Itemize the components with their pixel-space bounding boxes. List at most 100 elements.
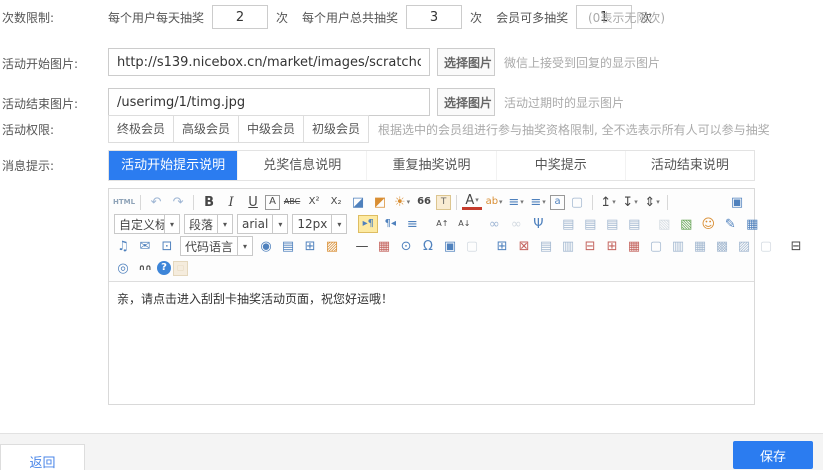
chevron-down-icon[interactable]: ▾: [656, 199, 660, 206]
member-option[interactable]: 中级会员: [239, 116, 304, 142]
paragraph-select[interactable]: 段落▾: [184, 214, 233, 234]
anchor-icon[interactable]: Ψ: [528, 215, 548, 233]
anchor-name-icon[interactable]: a: [550, 195, 565, 210]
ordered-list-icon[interactable]: ≡▾: [506, 193, 526, 211]
back-button[interactable]: 返回: [0, 444, 85, 470]
member-option[interactable]: 初级会员: [304, 116, 368, 142]
fullscreen-icon[interactable]: ▣: [727, 193, 747, 211]
message-tab[interactable]: 中奖提示: [497, 151, 626, 180]
code-language-select[interactable]: 代码语言▾: [180, 236, 253, 256]
search-replace-icon[interactable]: ∩∩: [135, 259, 155, 277]
html-source-icon[interactable]: HTML: [113, 193, 135, 211]
insert-frame-icon[interactable]: ⊡: [157, 237, 177, 255]
doc-faded2-icon[interactable]: ▢: [756, 237, 776, 255]
chevron-down-icon[interactable]: ▾: [407, 199, 411, 206]
paste-word-icon[interactable]: T: [436, 195, 451, 210]
member-option[interactable]: 高级会员: [174, 116, 239, 142]
message-tab[interactable]: 活动开始提示说明: [109, 151, 238, 180]
blank-doc-icon[interactable]: ▢: [567, 193, 587, 211]
first-line-indent-icon[interactable]: ≡: [402, 215, 422, 233]
insert-col-title-icon[interactable]: ▥: [558, 237, 578, 255]
chevron-down-icon[interactable]: ▾: [331, 215, 346, 233]
format-painter-icon[interactable]: ◩: [370, 193, 390, 211]
chevron-down-icon[interactable]: ▾: [475, 197, 479, 204]
message-tab[interactable]: 重复抽奖说明: [367, 151, 496, 180]
border-text-icon[interactable]: A: [265, 195, 280, 210]
bold-icon[interactable]: B: [199, 193, 219, 211]
align-center-icon[interactable]: ▤: [580, 215, 600, 233]
ltr-paragraph-icon[interactable]: ▸¶: [358, 215, 378, 233]
limit-count-input[interactable]: [212, 5, 268, 29]
split-cells-icon[interactable]: ▥: [668, 237, 688, 255]
save-button[interactable]: 保存: [733, 441, 813, 469]
margin-bottom-icon[interactable]: ↧▾: [620, 193, 640, 211]
underline-icon[interactable]: U: [243, 193, 263, 211]
chevron-down-icon[interactable]: ▾: [164, 215, 179, 233]
unordered-list-icon[interactable]: ≡▾: [528, 193, 548, 211]
emoji-icon[interactable]: ☺: [698, 215, 718, 233]
end-image-pick-button[interactable]: 选择图片: [437, 88, 495, 116]
doc-convert-icon[interactable]: ▣: [440, 237, 460, 255]
blockquote-icon[interactable]: 66: [414, 193, 434, 211]
font-color-icon[interactable]: A▾: [462, 194, 482, 210]
help-icon[interactable]: ?: [157, 261, 171, 275]
preview-icon[interactable]: ◎: [113, 259, 133, 277]
message-tab[interactable]: 活动结束说明: [626, 151, 754, 180]
link-icon[interactable]: ∞: [484, 215, 504, 233]
chevron-down-icon[interactable]: ▾: [217, 215, 232, 233]
merge-cells-icon[interactable]: ▢: [646, 237, 666, 255]
spreadsheet-icon[interactable]: ⊞: [300, 237, 320, 255]
superscript-icon[interactable]: X²: [304, 193, 324, 211]
font-family-select[interactable]: arial▾: [237, 214, 288, 234]
insert-col-icon[interactable]: ⊞: [602, 237, 622, 255]
font-size-up-icon[interactable]: A↑: [432, 215, 452, 233]
insert-image-icon[interactable]: ▧: [676, 215, 696, 233]
chevron-down-icon[interactable]: ▾: [237, 237, 252, 255]
redo-icon[interactable]: ↷: [168, 193, 188, 211]
rtl-paragraph-icon[interactable]: ¶◂: [380, 215, 400, 233]
member-option[interactable]: 终极会员: [109, 116, 174, 142]
chevron-down-icon[interactable]: ▾: [272, 215, 287, 233]
format-eraser-icon[interactable]: ◪: [348, 193, 368, 211]
music-icon[interactable]: ♫: [113, 237, 133, 255]
start-image-url-input[interactable]: [108, 48, 430, 76]
image-icon[interactable]: ▧: [654, 215, 674, 233]
delete-row-icon[interactable]: ▦: [624, 237, 644, 255]
delete-table-icon[interactable]: ⊠: [514, 237, 534, 255]
editor-content[interactable]: 亲，请点击进入刮刮卡抽奖活动页面，祝您好运哦！: [109, 282, 754, 315]
end-image-url-input[interactable]: [108, 88, 430, 116]
chevron-down-icon[interactable]: ▾: [612, 199, 616, 206]
chevron-down-icon[interactable]: ▾: [542, 199, 546, 206]
custom-title-select[interactable]: 自定义标题▾: [114, 214, 180, 234]
start-image-pick-button[interactable]: 选择图片: [437, 48, 495, 76]
chevron-down-icon[interactable]: ▾: [499, 199, 503, 206]
doc-faded-icon[interactable]: ▢: [462, 237, 482, 255]
font-size-down-icon[interactable]: A↓: [454, 215, 474, 233]
paste-icon[interactable]: ▢: [173, 261, 188, 276]
attachment-icon[interactable]: ✉: [135, 237, 155, 255]
snapshot-icon[interactable]: ▨: [322, 237, 342, 255]
insert-row-icon[interactable]: ⊟: [580, 237, 600, 255]
map-icon[interactable]: ◉: [256, 237, 276, 255]
highlight-color-icon[interactable]: ab▾: [484, 193, 504, 211]
insert-table-icon[interactable]: ⊞: [492, 237, 512, 255]
line-height-icon[interactable]: ⇕▾: [642, 193, 662, 211]
average-cells-icon[interactable]: ▦: [690, 237, 710, 255]
chevron-down-icon[interactable]: ▾: [520, 199, 524, 206]
insert-row-title-icon[interactable]: ▤: [536, 237, 556, 255]
video-icon[interactable]: ▦: [742, 215, 762, 233]
special-char-icon[interactable]: Ω: [418, 237, 438, 255]
horizontal-rule-icon[interactable]: —: [352, 237, 372, 255]
print-icon[interactable]: ⊟: [786, 237, 806, 255]
italic-icon[interactable]: I: [221, 193, 241, 211]
align-left-icon[interactable]: ▤: [558, 215, 578, 233]
page-sort-icon[interactable]: ▤: [278, 237, 298, 255]
limit-count-input[interactable]: [406, 5, 462, 29]
unlink-icon[interactable]: ∞: [506, 215, 526, 233]
table-border-icon[interactable]: ▩: [712, 237, 732, 255]
table-bg-icon[interactable]: ▨: [734, 237, 754, 255]
align-justify-icon[interactable]: ▤: [624, 215, 644, 233]
margin-top-icon[interactable]: ↥▾: [598, 193, 618, 211]
align-right-icon[interactable]: ▤: [602, 215, 622, 233]
message-tab[interactable]: 兑奖信息说明: [238, 151, 367, 180]
